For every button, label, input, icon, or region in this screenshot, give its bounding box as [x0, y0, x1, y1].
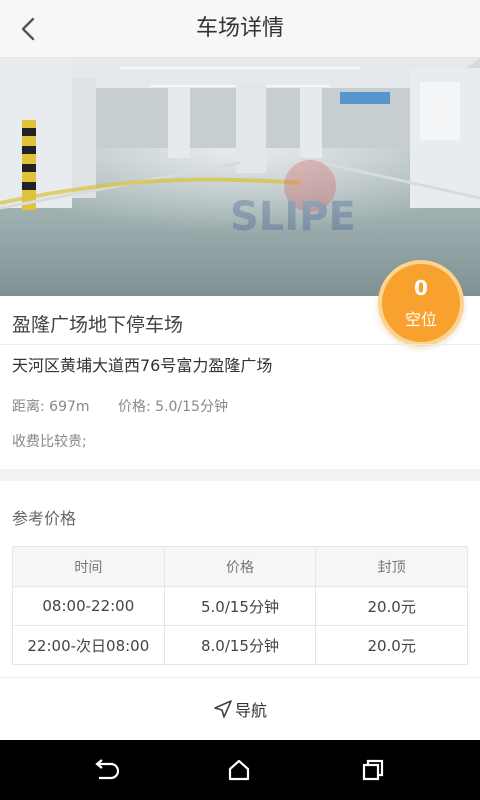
parking-lot-name: 盈隆广场地下停车场	[12, 314, 184, 336]
navigate-label: 导航	[234, 701, 267, 720]
available-spaces-count: 0	[414, 276, 428, 300]
back-button[interactable]	[8, 9, 48, 49]
page-title: 车场详情	[195, 16, 284, 41]
title-bar: 车场详情	[0, 0, 480, 58]
table-row: 22:00-次日08:00 8.0/15分钟 20.0元	[12, 625, 468, 665]
price-table: 时间 价格 封顶 08:00-22:00 5.0/15分钟 20.0元 22:0…	[12, 546, 468, 665]
column-header-time: 时间	[12, 546, 165, 587]
table-cell-time: 08:00-22:00	[12, 586, 165, 626]
section-separator	[0, 469, 480, 481]
svg-text:SLIPE: SLIPE	[230, 194, 356, 240]
table-cell-price: 5.0/15分钟	[163, 586, 317, 626]
table-row: 08:00-22:00 5.0/15分钟 20.0元	[12, 586, 468, 626]
reference-price-title: 参考价格	[12, 509, 77, 528]
navigate-button[interactable]: 导航	[0, 678, 480, 740]
system-recents-icon	[362, 759, 384, 781]
remark-text: 收费比较贵;	[12, 434, 87, 450]
distance-text: 距离: 697m	[12, 399, 90, 415]
system-recents-button[interactable]	[355, 752, 391, 788]
navigation-arrow-icon	[214, 700, 232, 718]
parking-lot-address: 天河区黄埔大道西76号富力盈隆广场	[12, 356, 273, 375]
chevron-left-icon	[21, 17, 35, 41]
system-home-icon	[228, 759, 250, 781]
table-cell-cap: 20.0元	[315, 625, 468, 665]
table-cell-time: 22:00-次日08:00	[12, 625, 165, 665]
system-back-button[interactable]	[87, 752, 123, 788]
available-spaces-badge: 0 空位	[378, 260, 464, 346]
divider	[0, 344, 480, 345]
column-header-cap: 封顶	[315, 546, 468, 587]
system-navigation-bar	[0, 740, 480, 800]
price-text: 价格: 5.0/15分钟	[118, 399, 228, 415]
system-back-icon	[95, 759, 119, 780]
system-home-button[interactable]	[221, 752, 257, 788]
table-cell-price: 8.0/15分钟	[163, 625, 317, 665]
table-header-row: 时间 价格 封顶	[12, 546, 468, 587]
column-header-price: 价格	[163, 546, 317, 587]
available-spaces-label: 空位	[404, 310, 437, 329]
table-cell-cap: 20.0元	[315, 586, 468, 626]
parking-lot-photo: SLIPE	[0, 58, 480, 296]
